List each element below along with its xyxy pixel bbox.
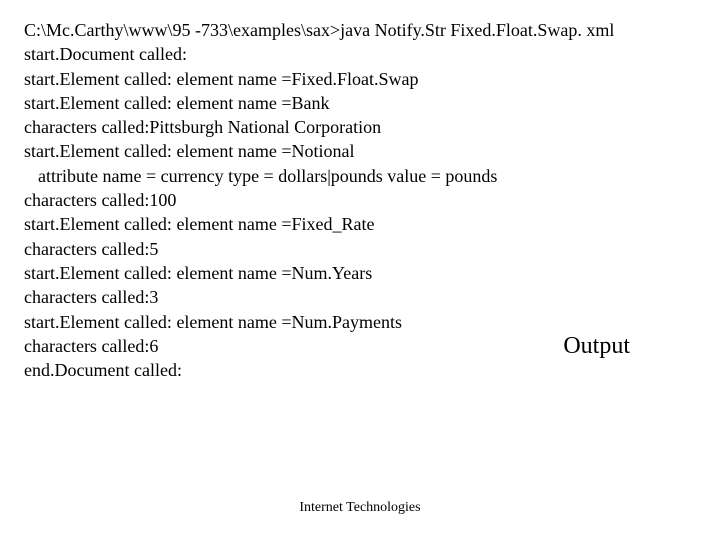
console-line: characters called:3 bbox=[24, 285, 696, 309]
console-line: characters called:Pittsburgh National Co… bbox=[24, 115, 696, 139]
console-line: start.Element called: element name =Num.… bbox=[24, 310, 696, 334]
console-line: C:\Mc.Carthy\www\95 -733\examples\sax>ja… bbox=[24, 18, 696, 42]
console-line: start.Element called: element name =Fixe… bbox=[24, 67, 696, 91]
console-line: start.Element called: element name =Fixe… bbox=[24, 212, 696, 236]
console-line: start.Document called: bbox=[24, 42, 696, 66]
console-output: C:\Mc.Carthy\www\95 -733\examples\sax>ja… bbox=[24, 18, 696, 382]
console-line: end.Document called: bbox=[24, 358, 696, 382]
console-line: characters called:100 bbox=[24, 188, 696, 212]
console-line: start.Element called: element name =Num.… bbox=[24, 261, 696, 285]
console-line: attribute name = currency type = dollars… bbox=[24, 164, 696, 188]
console-line: characters called:5 bbox=[24, 237, 696, 261]
footer-text: Internet Technologies bbox=[0, 500, 720, 516]
console-line: start.Element called: element name =Bank bbox=[24, 91, 696, 115]
console-line: start.Element called: element name =Noti… bbox=[24, 139, 696, 163]
output-label: Output bbox=[563, 333, 630, 360]
